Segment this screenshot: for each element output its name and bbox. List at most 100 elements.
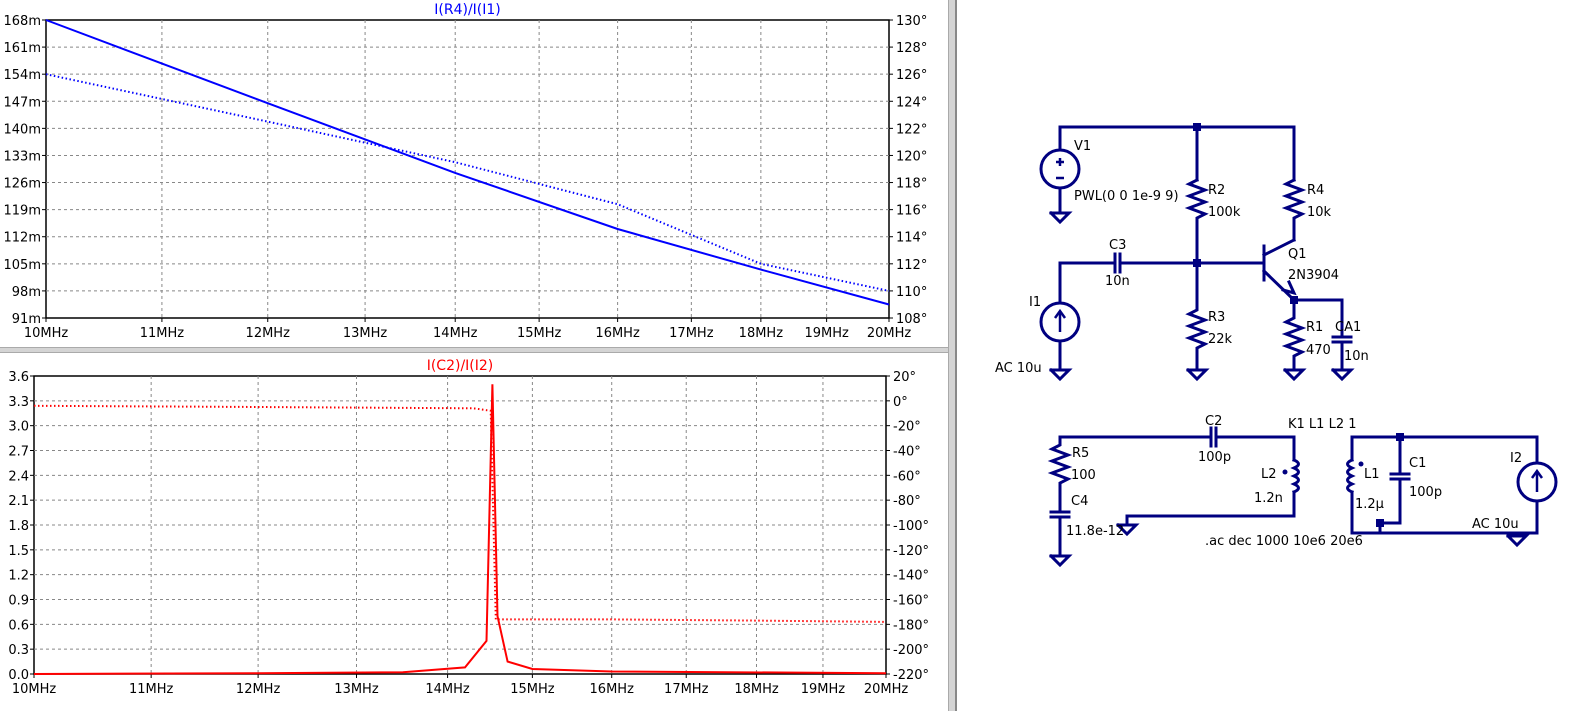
y-tick-label-right: 130° (896, 14, 927, 29)
ground-icon (1048, 367, 1073, 382)
label-i2: I2 (1510, 451, 1522, 466)
junction-dot (1376, 519, 1384, 527)
label-c3-value: 10n (1105, 274, 1130, 289)
label-v1: V1 (1074, 139, 1091, 154)
resistor-r2-symbol[interactable] (1184, 177, 1210, 226)
x-tick-label: 17MHz (664, 682, 709, 697)
plot-frame (45, 19, 890, 319)
y-tick-label-left: 119m (4, 204, 41, 219)
y-tick-label-left: 105m (4, 258, 41, 273)
x-tick-label: 15MHz (517, 326, 562, 341)
inductor-l1-symbol[interactable] (1346, 458, 1356, 494)
plot-pane-top[interactable]: I(R4)/I(I1) 10MHz 11MHz 12MHz 13MHz 14MHz 15MH… (0, 0, 948, 347)
x-tick-label: 18MHz (734, 682, 779, 697)
plot-title[interactable]: I(C2)/I(I2) (427, 358, 494, 374)
trace-magnitude[interactable] (33, 384, 887, 675)
pane-splitter-vertical[interactable] (948, 0, 956, 711)
plot-top-svg[interactable]: I(R4)/I(I1) 10MHz 11MHz 12MHz 13MHz 14MHz 15MH… (0, 0, 948, 347)
emitter-arrow-icon (1281, 280, 1297, 296)
x-tick-label: 14MHz (433, 326, 478, 341)
x-tick-label: 17MHz (669, 326, 714, 341)
resistor-r5-symbol[interactable] (1047, 435, 1073, 514)
x-tick-label: 16MHz (590, 682, 635, 697)
inductor-l2-symbol[interactable] (1290, 458, 1300, 494)
voltage-source-v1-symbol[interactable] (1039, 148, 1081, 190)
y-tick-label-right: 122° (896, 122, 927, 137)
label-i2-value: AC 10u (1472, 517, 1519, 532)
plot-bottom-svg[interactable]: I(C2)/I(I2) 10MHz 11MHz 12MHz 13MHz 14MHz 15MH… (0, 353, 948, 707)
trace-magnitude[interactable] (45, 19, 890, 306)
x-tick-label: 19MHz (804, 326, 849, 341)
label-r2-value: 100k (1208, 205, 1241, 220)
label-c3: C3 (1109, 238, 1126, 253)
y-tick-label-right: 124° (896, 95, 927, 110)
label-c1-value: 100p (1409, 485, 1442, 500)
label-r3: R3 (1208, 310, 1225, 325)
y-tick-label-left: 1.8 (8, 519, 29, 534)
schematic-canvas[interactable]: V1 PWL(0 0 1e-9 9) R2 100k R4 10k C3 10n… (957, 0, 1570, 711)
label-k1-directive: K1 L1 L2 1 (1288, 417, 1357, 432)
x-tick-label: 20MHz (864, 682, 909, 697)
x-tick-label: 11MHz (129, 682, 174, 697)
spice-directive-ac[interactable]: .ac dec 1000 10e6 20e6 (1205, 534, 1363, 549)
label-r4: R4 (1307, 183, 1324, 198)
ground-icon (1282, 367, 1307, 382)
trace-phase[interactable] (33, 404, 887, 623)
y-tick-label-left: 0.3 (8, 643, 29, 658)
label-l1: L1 (1364, 467, 1380, 482)
x-tick-label: 14MHz (425, 682, 470, 697)
x-tick-label: 20MHz (867, 326, 912, 341)
schematic-pane[interactable]: V1 PWL(0 0 1e-9 9) R2 100k R4 10k C3 10n… (956, 0, 1570, 711)
plot-title[interactable]: I(R4)/I(I1) (434, 2, 501, 18)
y-tick-label-left: 0.9 (8, 594, 29, 609)
y-tick-label-left: 154m (4, 68, 41, 83)
label-i1: I1 (1029, 295, 1041, 310)
y-tick-label-right: 118° (896, 177, 927, 192)
label-l2: L2 (1261, 467, 1277, 482)
y-tick-label-right: -80° (893, 494, 921, 509)
ground-icon (1185, 367, 1210, 382)
junction-dot (1396, 433, 1404, 441)
label-r1-value: 470 (1306, 343, 1331, 358)
label-q1: Q1 (1288, 247, 1307, 262)
y-tick-label-right: -200° (893, 643, 929, 658)
y-tick-label-left: 3.6 (8, 370, 29, 385)
resistor-r4-symbol[interactable] (1281, 177, 1307, 242)
plot-pane-bottom[interactable]: I(C2)/I(I2) 10MHz 11MHz 12MHz 13MHz 14MHz 15MH… (0, 353, 948, 707)
y-tick-label-right: -120° (893, 544, 929, 559)
label-ca1: CA1 (1335, 320, 1361, 335)
label-r3-value: 22k (1208, 332, 1233, 347)
y-tick-label-left: 3.3 (8, 395, 29, 410)
x-tick-label: 11MHz (140, 326, 185, 341)
resistor-r1-symbol[interactable] (1281, 298, 1307, 372)
y-tick-label-left: 3.0 (8, 420, 29, 435)
dot-marker (1282, 469, 1288, 475)
label-ca1-value: 10n (1344, 349, 1369, 364)
label-v1-value: PWL(0 0 1e-9 9) (1074, 189, 1179, 204)
label-r5: R5 (1072, 446, 1089, 461)
x-tick-label: 10MHz (12, 682, 57, 697)
ground-icon (1048, 210, 1073, 225)
y-tick-label-right: 20° (893, 370, 916, 385)
label-c2-value: 100p (1198, 450, 1231, 465)
y-tick-label-right: -140° (893, 569, 929, 584)
y-tick-label-left: 147m (4, 95, 41, 110)
junction-dot (1193, 259, 1201, 267)
y-tick-label-right: -40° (893, 445, 921, 460)
y-tick-label-right: 112° (896, 258, 927, 273)
label-q1-value: 2N3904 (1288, 268, 1339, 283)
x-tick-label: 18MHz (739, 326, 784, 341)
y-tick-label-right: 126° (896, 68, 927, 83)
x-tick-label: 12MHz (236, 682, 281, 697)
label-l2-value: 1.2n (1254, 491, 1283, 506)
resistor-r3-symbol[interactable] (1184, 298, 1210, 372)
y-tick-label-left: 1.5 (8, 544, 29, 559)
x-tick-label: 19MHz (801, 682, 846, 697)
label-c1: C1 (1409, 456, 1426, 471)
label-c4-value: 11.8e-12 (1066, 524, 1124, 539)
x-tick-label: 15MHz (510, 682, 555, 697)
label-r5-value: 100 (1071, 468, 1096, 483)
y-tick-label-left: 0.0 (8, 668, 29, 683)
y-tick-label-left: 2.7 (8, 445, 29, 460)
y-tick-label-right: -220° (893, 668, 929, 683)
